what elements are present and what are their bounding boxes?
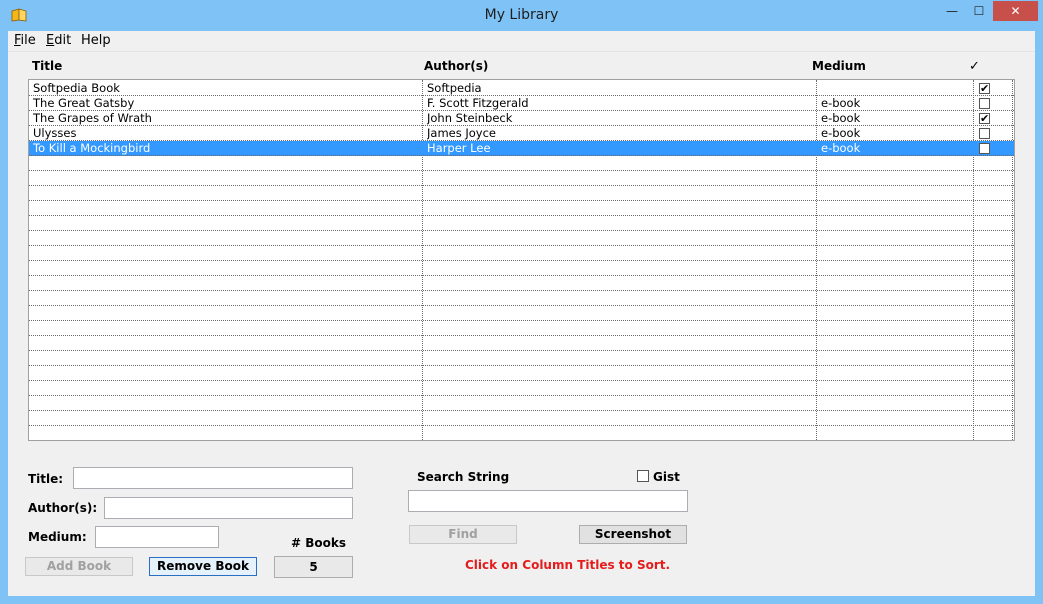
menu-edit-mnemonic: E [46, 33, 55, 48]
column-header-checkmark[interactable]: ✓ [969, 59, 980, 74]
minimize-button[interactable]: — [938, 1, 966, 21]
column-header-title[interactable]: Title [32, 59, 62, 73]
empty-table-row[interactable] [29, 306, 1014, 321]
books-count-display: 5 [274, 556, 353, 578]
table-row[interactable]: To Kill a Mockingbird Harper Lee e-book [29, 141, 1014, 156]
empty-table-row[interactable] [29, 411, 1014, 426]
empty-table-row[interactable] [29, 246, 1014, 261]
screenshot-button[interactable]: Screenshot [579, 525, 687, 544]
cell-medium: e-book [821, 126, 861, 140]
empty-table-row[interactable] [29, 321, 1014, 336]
search-string-label: Search String [417, 470, 510, 484]
table-row[interactable]: The Great Gatsby F. Scott Fitzgerald e-boo… [29, 96, 1014, 111]
cell-title: The Great Gatsby [33, 96, 135, 110]
close-button[interactable]: ✕ [993, 1, 1038, 21]
gist-checkbox[interactable] [637, 470, 649, 482]
app-window: My Library — ☐ ✕ File Edit Help Title Au… [0, 0, 1043, 604]
empty-table-row[interactable] [29, 156, 1014, 171]
search-input[interactable] [408, 490, 688, 512]
row-checkbox[interactable]: ✔ [979, 113, 990, 124]
table-row[interactable]: The Grapes of Wrath John Steinbeck e-book ✔ [29, 111, 1014, 126]
row-checkbox[interactable] [979, 98, 990, 109]
remove-book-button[interactable]: Remove Book [149, 557, 257, 576]
cell-author: Softpedia [427, 81, 482, 95]
cell-title: To Kill a Mockingbird [33, 141, 151, 155]
empty-table-row[interactable] [29, 396, 1014, 411]
empty-table-row[interactable] [29, 231, 1014, 246]
cell-title: Softpedia Book [33, 81, 120, 95]
empty-table-row[interactable] [29, 216, 1014, 231]
menu-file-label: ile [20, 33, 36, 48]
medium-field-label: Medium: [28, 530, 87, 544]
row-checkbox[interactable] [979, 128, 990, 139]
menu-file[interactable]: File [14, 33, 36, 48]
book-table[interactable]: Softpedia Book Softpedia ✔ The Great Gatsby… [28, 79, 1015, 441]
table-row[interactable]: Softpedia Book Softpedia ✔ [29, 81, 1014, 96]
authors-field-label: Author(s): [28, 501, 98, 515]
cell-author: John Steinbeck [427, 111, 513, 125]
empty-table-row[interactable] [29, 186, 1014, 201]
authors-input[interactable] [104, 497, 353, 519]
empty-table-row[interactable] [29, 171, 1014, 186]
title-input[interactable] [73, 467, 353, 489]
empty-table-row[interactable] [29, 276, 1014, 291]
menu-edit[interactable]: Edit [46, 33, 71, 48]
row-checkbox[interactable]: ✔ [979, 83, 990, 94]
empty-table-row[interactable] [29, 351, 1014, 366]
empty-table-row[interactable] [29, 336, 1014, 351]
medium-input[interactable] [95, 526, 219, 548]
column-header-medium[interactable]: Medium [812, 59, 866, 73]
empty-table-row[interactable] [29, 426, 1014, 440]
sort-hint-text: Click on Column Titles to Sort. [465, 558, 671, 572]
gist-label: Gist [653, 470, 680, 484]
menu-help[interactable]: Help [81, 33, 111, 48]
cell-medium: e-book [821, 111, 861, 125]
row-checkbox[interactable] [979, 143, 990, 154]
cell-medium: e-book [821, 96, 861, 110]
empty-table-row[interactable] [29, 261, 1014, 276]
empty-table-row[interactable] [29, 366, 1014, 381]
find-button[interactable]: Find [409, 525, 517, 544]
cell-author: F. Scott Fitzgerald [427, 96, 529, 110]
cell-medium: e-book [821, 141, 861, 155]
maximize-button[interactable]: ☐ [966, 1, 992, 21]
client-area: File Edit Help Title Author(s) Medium ✓ … [8, 31, 1035, 596]
cell-author: Harper Lee [427, 141, 491, 155]
title-field-label: Title: [28, 472, 64, 486]
window-title: My Library [484, 7, 559, 23]
cell-title: The Grapes of Wrath [33, 111, 152, 125]
empty-table-row[interactable] [29, 201, 1014, 216]
table-row[interactable]: Ulysses James Joyce e-book [29, 126, 1014, 141]
title-bar[interactable]: My Library — ☐ ✕ [0, 0, 1043, 32]
column-header-authors[interactable]: Author(s) [424, 59, 488, 73]
cell-medium [821, 81, 971, 95]
menu-separator [8, 51, 1035, 52]
cell-title: Ulysses [33, 126, 77, 140]
books-count-label: # Books [291, 536, 346, 550]
menu-bar: File Edit Help [8, 31, 1035, 51]
empty-table-row[interactable] [29, 291, 1014, 306]
empty-table-row[interactable] [29, 381, 1014, 396]
cell-author: James Joyce [427, 126, 496, 140]
add-book-button[interactable]: Add Book [25, 557, 133, 576]
menu-edit-label: dit [54, 33, 72, 48]
